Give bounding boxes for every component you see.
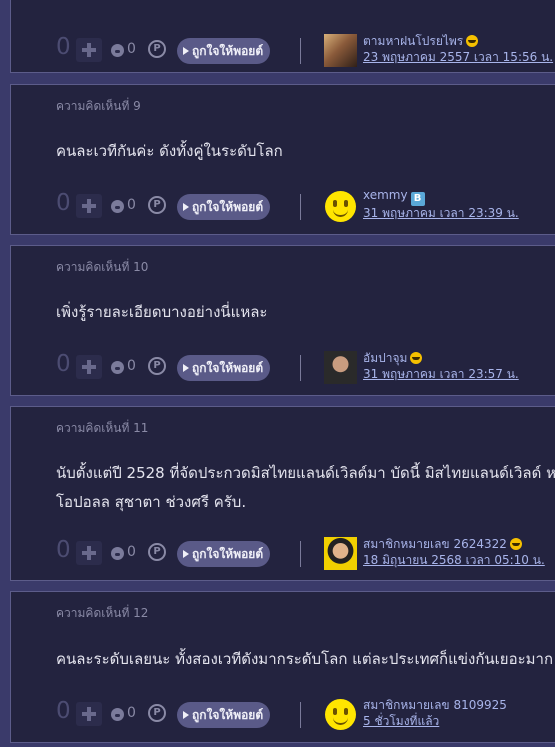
- emotion-icon[interactable]: [111, 44, 124, 57]
- point-icon[interactable]: P: [148, 543, 166, 561]
- arrow-icon: [183, 203, 189, 211]
- avatar[interactable]: [324, 537, 357, 570]
- comment-card: ความคิดเห็นที่ 12 คนละระดับเลยนะ ทั้งสอง…: [10, 591, 555, 743]
- comment-text-line: เพิ่งรู้รายละเอียดบางอย่างนี่แหละ: [56, 303, 268, 321]
- emotion-icon[interactable]: [111, 361, 124, 374]
- comment-footer: 0 0 P ถูกใจให้พอยต์ สมาชิกหมายเลข 810992…: [56, 698, 555, 731]
- vote-score: 0: [56, 351, 71, 377]
- arrow-icon: [183, 47, 189, 55]
- vote-score: 0: [56, 537, 71, 563]
- vote-score: 0: [56, 698, 71, 724]
- comment-text: นับตั้งแต่ปี 2528 ที่จัดประกวดมิสไทยแลนด…: [56, 459, 555, 517]
- divider: [300, 38, 301, 64]
- like-button-label: ถูกใจให้พอยต์: [192, 44, 264, 58]
- emotion-count: 0: [127, 544, 136, 560]
- like-button-label: ถูกใจให้พอยต์: [192, 547, 264, 561]
- comment-card: 0 0 P ถูกใจให้พอยต์ ตามหาฝนโปรยไพร 23 พฤ…: [10, 0, 555, 73]
- comment-date[interactable]: 23 พฤษภาคม 2557 เวลา 15:56 น.: [363, 48, 553, 67]
- comment-footer: 0 0 P ถูกใจให้พอยต์ อัมปาจุม 31 พฤษภาคม …: [56, 351, 555, 384]
- comment-card: ความคิดเห็นที่ 9 คนละเวทีกันค่ะ ดังทั้งค…: [10, 84, 555, 235]
- plus-vote-icon[interactable]: [76, 194, 102, 218]
- comment-footer: 0 0 P ถูกใจให้พอยต์ สมาชิกหมายเลข 262432…: [56, 537, 555, 570]
- like-give-point-button[interactable]: ถูกใจให้พอยต์: [177, 541, 271, 567]
- emotion-count: 0: [127, 358, 136, 374]
- divider: [300, 541, 301, 567]
- comment-date[interactable]: 31 พฤษภาคม เวลา 23:39 น.: [363, 204, 519, 223]
- smiley-icon: [325, 191, 356, 222]
- comment-date[interactable]: 18 มิถุนายน 2568 เวลา 05:10 น.: [363, 551, 545, 570]
- point-icon[interactable]: P: [148, 357, 166, 375]
- comment-number: ความคิดเห็นที่ 11: [56, 421, 149, 435]
- avatar[interactable]: [324, 351, 357, 384]
- emotion-count: 0: [127, 705, 136, 721]
- comment-text: คนละเวทีกันค่ะ ดังทั้งคู่ในระดับโลก: [56, 137, 555, 166]
- vote-score: 0: [56, 34, 71, 60]
- comment-text-line: คนละเวทีกันค่ะ ดังทั้งคู่ในระดับโลก: [56, 142, 283, 160]
- like-button-label: ถูกใจให้พอยต์: [192, 361, 264, 375]
- laughing-face-icon: [509, 538, 522, 550]
- plus-vote-icon[interactable]: [76, 38, 102, 62]
- like-button-label: ถูกใจให้พอยต์: [192, 200, 264, 214]
- point-icon[interactable]: P: [148, 40, 166, 58]
- comment-text: คนละระดับเลยนะ ทั้งสองเวทีดังมากระดับโลก…: [56, 645, 555, 674]
- comment-footer: 0 0 P ถูกใจให้พอยต์ ตามหาฝนโปรยไพร 23 พฤ…: [56, 34, 555, 67]
- comment-text-line: โอปอลล สุชาตา ช่วงศรี ครับ.: [56, 493, 247, 511]
- avatar[interactable]: [324, 698, 357, 731]
- comment-text: เพิ่งรู้รายละเอียดบางอย่างนี่แหละ: [56, 298, 555, 327]
- plus-vote-icon[interactable]: [76, 355, 102, 379]
- like-give-point-button[interactable]: ถูกใจให้พอยต์: [177, 38, 271, 64]
- emotion-icon[interactable]: [111, 708, 124, 721]
- like-give-point-button[interactable]: ถูกใจให้พอยต์: [177, 194, 271, 220]
- arrow-icon: [183, 711, 189, 719]
- comment-number: ความคิดเห็นที่ 9: [56, 99, 141, 113]
- avatar[interactable]: [324, 190, 357, 223]
- smiley-icon: [325, 699, 356, 730]
- plus-vote-icon[interactable]: [76, 541, 102, 565]
- laughing-face-icon: [466, 35, 479, 47]
- divider: [300, 702, 301, 728]
- vote-score: 0: [56, 190, 71, 216]
- comment-number: ความคิดเห็นที่ 10: [56, 260, 149, 274]
- emotion-icon[interactable]: [111, 547, 124, 560]
- comment-text-line: คนละระดับเลยนะ ทั้งสองเวทีดังมากระดับโลก…: [56, 650, 554, 668]
- like-give-point-button[interactable]: ถูกใจให้พอยต์: [177, 702, 271, 728]
- arrow-icon: [183, 364, 189, 372]
- emotion-count: 0: [127, 197, 136, 213]
- point-icon[interactable]: P: [148, 704, 166, 722]
- laughing-face-icon: [410, 352, 423, 364]
- emotion-icon[interactable]: [111, 200, 124, 213]
- emotion-count: 0: [127, 41, 136, 57]
- plus-vote-icon[interactable]: [76, 702, 102, 726]
- comment-date[interactable]: 31 พฤษภาคม เวลา 23:57 น.: [363, 365, 519, 384]
- comment-footer: 0 0 P ถูกใจให้พอยต์ xemmy B 31 พฤษภาคม เว…: [56, 188, 555, 223]
- comment-card: ความคิดเห็นที่ 10 เพิ่งรู้รายละเอียดบางอ…: [10, 245, 555, 396]
- avatar[interactable]: [324, 34, 357, 67]
- comments-page: 0 0 P ถูกใจให้พอยต์ ตามหาฝนโปรยไพร 23 พฤ…: [0, 0, 555, 747]
- divider: [300, 355, 301, 381]
- comment-date[interactable]: 5 ชั่วโมงที่แล้ว: [363, 712, 439, 731]
- like-give-point-button[interactable]: ถูกใจให้พอยต์: [177, 355, 271, 381]
- arrow-icon: [183, 550, 189, 558]
- comment-card: ความคิดเห็นที่ 11 นับตั้งแต่ปี 2528 ที่จ…: [10, 406, 555, 581]
- point-icon[interactable]: P: [148, 196, 166, 214]
- comment-number: ความคิดเห็นที่ 12: [56, 606, 149, 620]
- comment-text-line: นับตั้งแต่ปี 2528 ที่จัดประกวดมิสไทยแลนด…: [56, 464, 555, 482]
- like-button-label: ถูกใจให้พอยต์: [192, 708, 264, 722]
- divider: [300, 194, 301, 220]
